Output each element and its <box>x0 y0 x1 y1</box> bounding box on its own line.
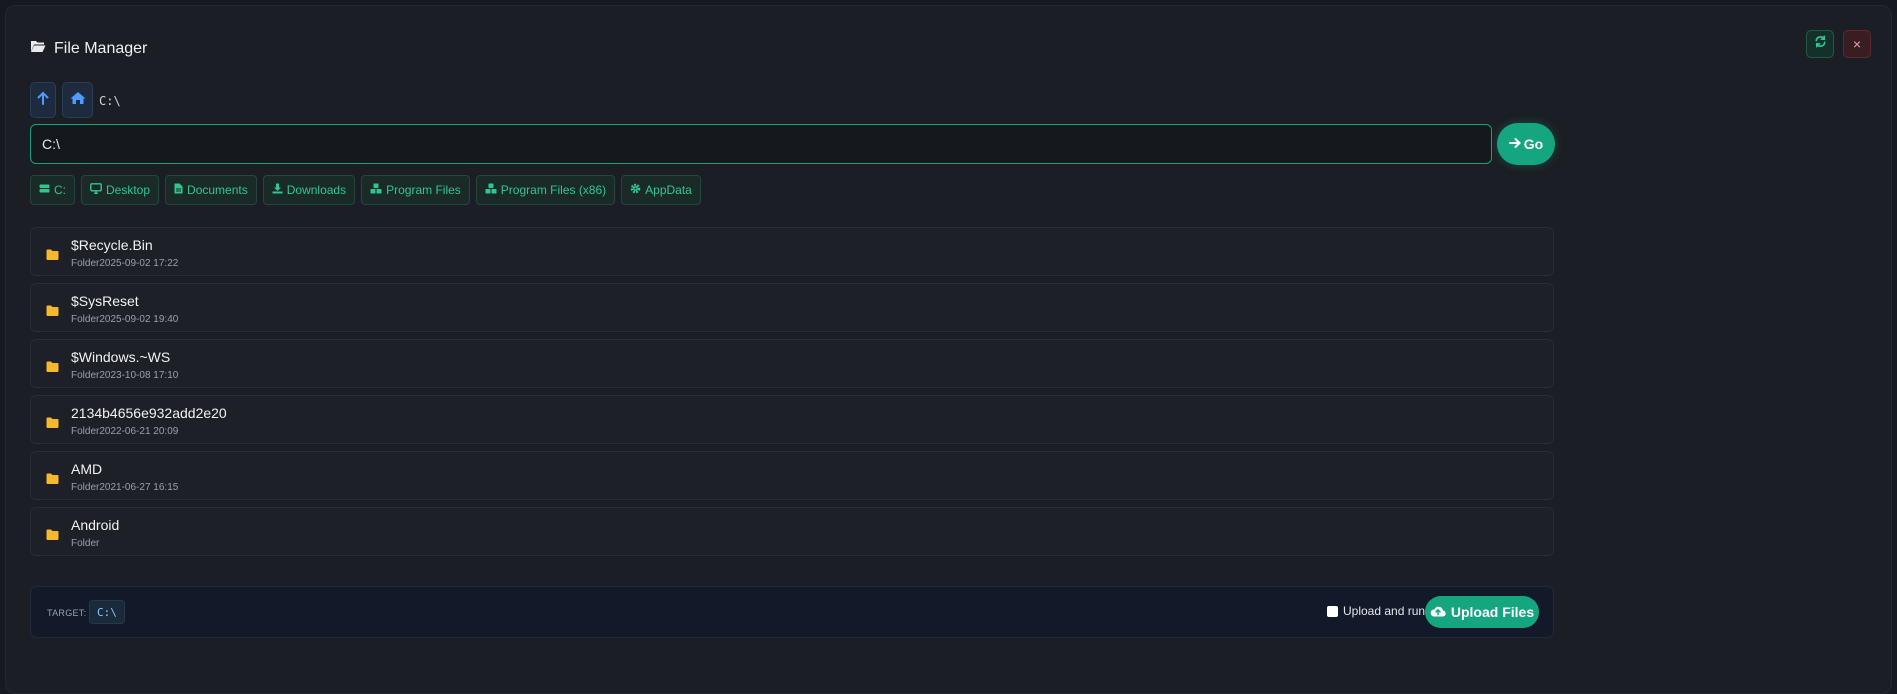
upload-files-label: Upload Files <box>1450 604 1535 620</box>
file-modified: 2022-06-21 20:09 <box>99 426 179 437</box>
arrow-up-icon <box>37 91 49 110</box>
quick-link-label: Downloads <box>286 183 347 197</box>
file-type: Folder <box>71 482 100 493</box>
list-item[interactable]: 2134b4656e932add2e20 Folder 2022-06-21 20… <box>30 395 1554 444</box>
file-type: Folder <box>71 538 100 549</box>
page-title: File Manager <box>54 39 148 57</box>
cloud-upload-icon <box>1430 604 1446 620</box>
target-label: TARGET: <box>47 608 87 618</box>
current-path: C:\ <box>99 94 121 108</box>
quick-link-program-files-x86[interactable]: Program Files (x86) <box>475 175 616 205</box>
file-meta: Folder 2025-09-02 19:40 <box>71 314 178 325</box>
file-name: $Recycle.Bin <box>71 237 153 253</box>
folder-icon <box>46 359 59 377</box>
file-type: Folder <box>71 426 100 437</box>
file-name: Android <box>71 517 120 533</box>
path-input[interactable] <box>30 124 1492 164</box>
home-icon <box>70 91 86 110</box>
file-modified: 2023-10-08 17:10 <box>99 370 179 381</box>
file-manager-panel: File Manager × C:\ C:\ Go C: Desktop Doc… <box>5 5 1892 694</box>
file-meta: Folder 2025-09-02 17:22 <box>71 258 178 269</box>
download-icon <box>272 183 283 197</box>
list-item[interactable]: $Windows.~WS Folder 2023-10-08 17:10 <box>30 339 1554 388</box>
refresh-icon <box>1814 35 1827 53</box>
file-name: $Windows.~WS <box>71 349 171 365</box>
file-type: Folder <box>71 370 100 381</box>
desktop-icon <box>90 183 102 197</box>
folder-icon <box>46 303 59 321</box>
file-modified: 2021-06-27 16:15 <box>99 482 179 493</box>
list-item[interactable]: $Recycle.Bin Folder 2025-09-02 17:22 <box>30 227 1554 276</box>
file-modified: 2025-09-02 17:22 <box>99 258 179 269</box>
file-meta: Folder 2023-10-08 17:10 <box>71 370 178 381</box>
refresh-button[interactable] <box>1806 30 1834 58</box>
go-button[interactable]: Go <box>1497 123 1555 165</box>
quick-link-downloads[interactable]: Downloads <box>262 175 356 205</box>
quick-link-documents[interactable]: Documents <box>165 175 257 205</box>
go-label: Go <box>1523 136 1544 152</box>
folder-icon <box>46 247 59 265</box>
file-modified: 2025-09-02 19:40 <box>99 314 179 325</box>
quick-link-appdata[interactable]: AppData <box>621 175 701 205</box>
folder-icon <box>46 415 59 433</box>
quick-link-label: Program Files <box>386 183 461 197</box>
quick-link-label: C: <box>54 183 66 197</box>
file-list: $Recycle.Bin Folder 2025-09-02 17:22 $Sys… <box>30 227 1554 581</box>
file-name: $SysReset <box>71 293 139 309</box>
close-button[interactable]: × <box>1843 30 1871 58</box>
quick-link-label: Program Files (x86) <box>500 183 607 197</box>
target-path-badge: C:\ <box>89 600 125 624</box>
quick-links: C: Desktop Documents Downloads Program F… <box>30 175 701 205</box>
file-name: 2134b4656e932add2e20 <box>71 405 227 421</box>
file-type: Folder <box>71 258 100 269</box>
gear-icon <box>630 183 641 197</box>
folder-icon <box>46 527 59 545</box>
drive-icon <box>39 183 50 197</box>
cubes-icon <box>485 183 497 197</box>
document-icon <box>174 183 183 197</box>
folder-open-icon <box>30 39 46 58</box>
upload-files-button[interactable]: Upload Files <box>1425 596 1539 628</box>
quick-link-label: Desktop <box>106 183 151 197</box>
header-title: File Manager <box>30 39 147 58</box>
quick-link-label: Documents <box>187 183 248 197</box>
file-type: Folder <box>71 314 100 325</box>
quick-link-label: AppData <box>645 183 692 197</box>
file-meta: Folder <box>71 538 99 549</box>
quick-link-desktop[interactable]: Desktop <box>81 175 160 205</box>
quick-link-c[interactable]: C: <box>30 175 75 205</box>
list-item[interactable]: $SysReset Folder 2025-09-02 19:40 <box>30 283 1554 332</box>
upload-footer: TARGET: C:\ Upload and run Upload Files <box>30 586 1554 638</box>
quick-link-program-files[interactable]: Program Files <box>361 175 470 205</box>
upload-and-run-label[interactable]: Upload and run <box>1343 604 1425 618</box>
list-item[interactable]: Android Folder <box>30 507 1554 556</box>
close-icon: × <box>1852 36 1862 52</box>
home-button[interactable] <box>62 82 93 118</box>
list-item[interactable]: AMD Folder 2021-06-27 16:15 <box>30 451 1554 500</box>
arrow-right-icon <box>1508 136 1521 152</box>
file-meta: Folder 2022-06-21 20:09 <box>71 426 178 437</box>
upload-and-run-checkbox[interactable] <box>1327 606 1338 617</box>
folder-icon <box>46 471 59 489</box>
cubes-icon <box>370 183 382 197</box>
file-meta: Folder 2021-06-27 16:15 <box>71 482 178 493</box>
file-name: AMD <box>71 461 103 477</box>
up-button[interactable] <box>30 82 56 118</box>
